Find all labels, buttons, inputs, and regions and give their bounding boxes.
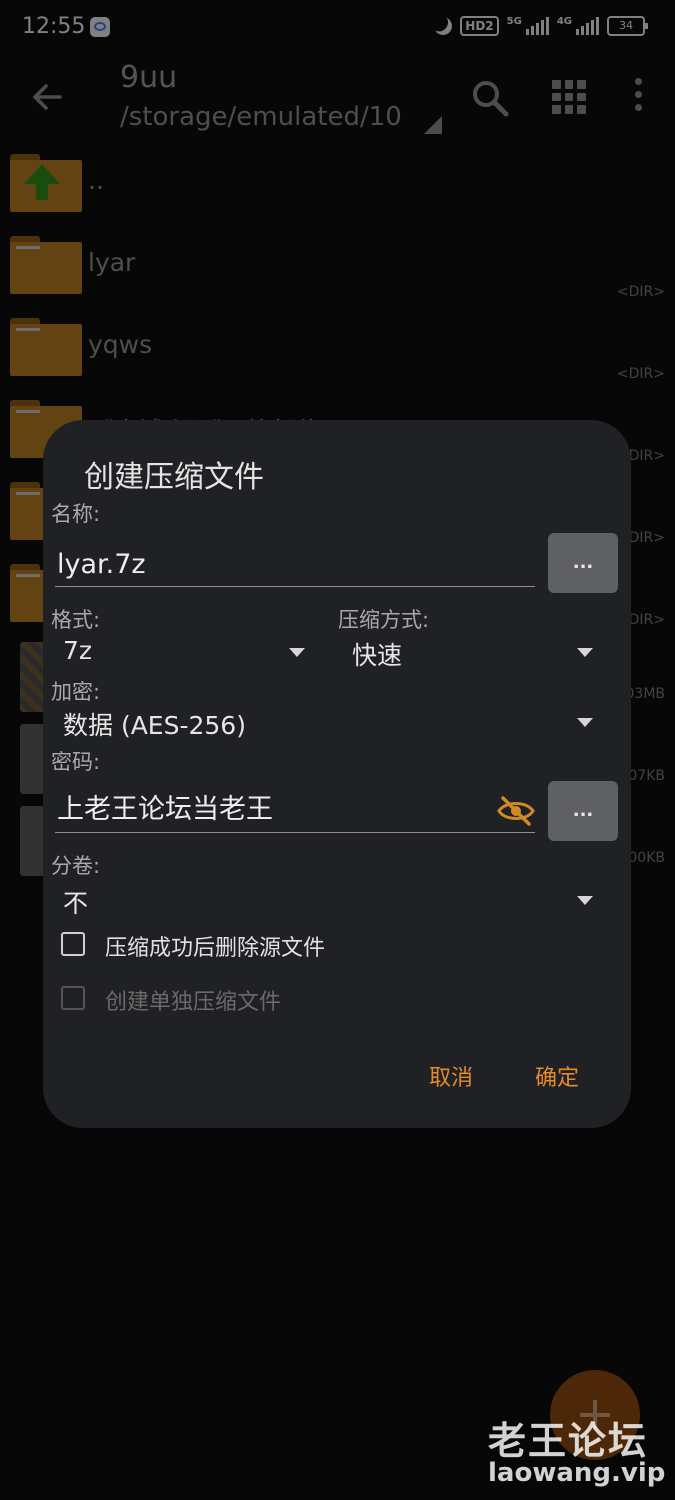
split-label: 分卷: (51, 854, 101, 878)
chevron-down-icon (289, 648, 305, 657)
ok-button[interactable]: 确定 (535, 1060, 579, 1092)
name-label: 名称: (51, 502, 101, 526)
archive-name-field[interactable]: lyar.7z (55, 532, 535, 587)
watermark-url: laowang.vip (488, 1458, 666, 1488)
separate-archive-label: 创建单独压缩文件 (105, 990, 282, 1015)
delete-source-label: 压缩成功后删除源文件 (105, 936, 326, 961)
encrypt-label: 加密: (51, 680, 101, 704)
split-value: 不 (63, 889, 89, 918)
separate-archive-checkbox (61, 986, 85, 1010)
separate-archive-checkbox-row: 创建单独压缩文件 (61, 984, 321, 1018)
password-value: 上老王论坛当老王 (57, 794, 273, 825)
chevron-down-icon (577, 718, 593, 727)
cancel-button[interactable]: 取消 (429, 1060, 473, 1092)
method-value: 快速 (352, 641, 403, 670)
method-label: 压缩方式: (338, 608, 430, 632)
delete-source-checkbox-row[interactable]: 压缩成功后删除源文件 (61, 930, 381, 964)
format-label: 格式: (51, 608, 101, 632)
encryption-value: 数据 (AES-256) (63, 711, 246, 740)
password-label: 密码: (51, 750, 101, 774)
format-value: 7z (63, 636, 93, 665)
browse-name-button[interactable]: ... (548, 533, 618, 593)
delete-source-checkbox[interactable] (61, 932, 85, 956)
password-options-button[interactable]: ... (548, 781, 618, 841)
watermark-text: 老王论坛 (488, 1419, 649, 1463)
create-archive-dialog: 创建压缩文件 名称: lyar.7z ... 格式: 压缩方式: 7z 快速 加… (43, 420, 631, 1128)
chevron-down-icon (577, 648, 593, 657)
visibility-off-icon[interactable] (497, 796, 535, 826)
dialog-title: 创建压缩文件 (84, 460, 264, 495)
archive-name-value: lyar.7z (57, 549, 146, 580)
chevron-down-icon (577, 896, 593, 905)
password-field[interactable]: 上老王论坛当老王 (55, 778, 535, 833)
